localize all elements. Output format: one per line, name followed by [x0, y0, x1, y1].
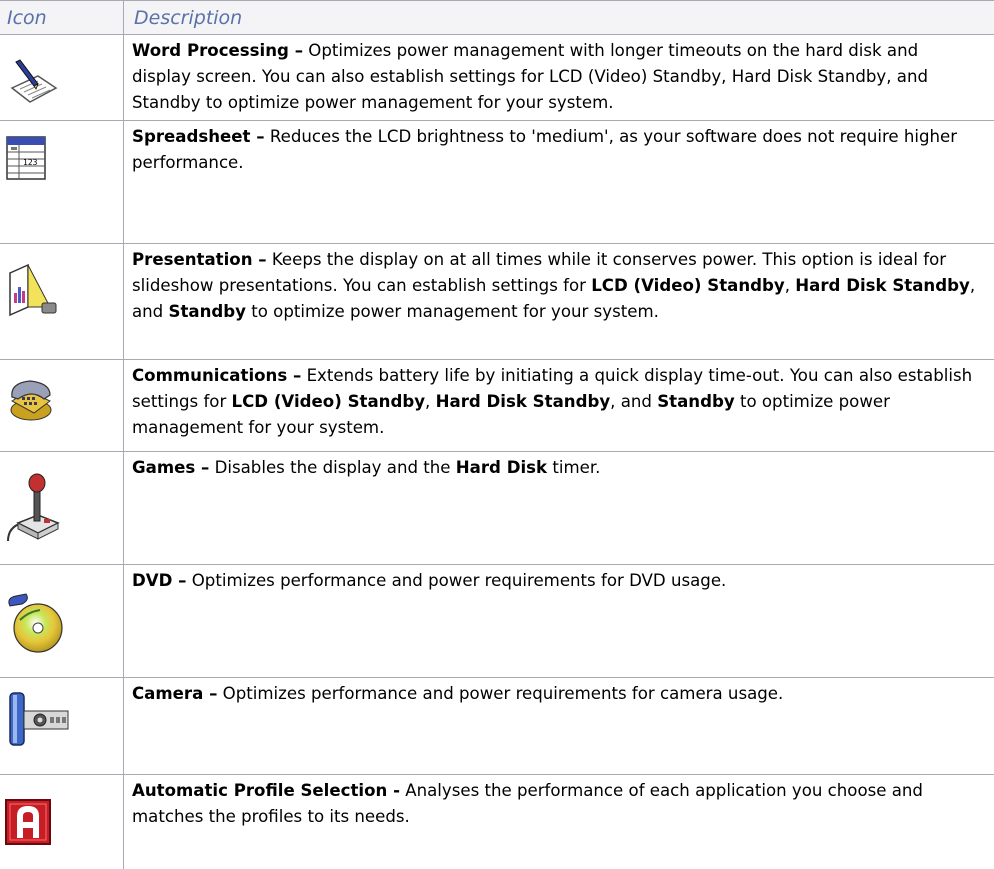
spreadsheet-icon: 123 — [4, 134, 116, 182]
row-description: Presentation – Keeps the display on at a… — [132, 250, 976, 321]
row-description: Games – Disables the display and the Har… — [132, 458, 601, 477]
table-header: Icon Description — [0, 0, 994, 35]
table-row: Automatic Profile Selection - Analyses t… — [0, 774, 994, 869]
word-processing-icon — [4, 58, 116, 106]
row-description: DVD – Optimizes performance and power re… — [132, 571, 727, 590]
table-row: Word Processing – Optimizes power manage… — [0, 34, 994, 120]
row-description: Automatic Profile Selection - Analyses t… — [132, 781, 923, 826]
communications-icon — [4, 377, 116, 425]
svg-text:123: 123 — [23, 158, 38, 167]
row-description: Camera – Optimizes performance and power… — [132, 684, 784, 703]
header-description-column: Description — [134, 7, 243, 29]
table-row: Communications – Extends battery life by… — [0, 359, 994, 451]
table-row: Games – Disables the display and the Har… — [0, 451, 994, 564]
dvd-icon — [4, 590, 116, 654]
row-description: Word Processing – Optimizes power manage… — [132, 41, 929, 112]
camera-icon — [4, 687, 116, 751]
table-row: Presentation – Keeps the display on at a… — [0, 243, 994, 359]
row-description: Spreadsheet – Reduces the LCD brightness… — [132, 127, 958, 172]
games-joystick-icon — [4, 471, 116, 543]
table-row: DVD – Optimizes performance and power re… — [0, 564, 994, 677]
row-description: Communications – Extends battery life by… — [132, 366, 973, 437]
table-row: 123 Spreadsheet – Reduces the LCD bright… — [0, 120, 994, 243]
presentation-icon — [4, 263, 116, 321]
header-icon-column: Icon — [7, 7, 47, 29]
table-row: Camera – Optimizes performance and power… — [0, 677, 994, 774]
automatic-profile-icon — [4, 798, 116, 846]
